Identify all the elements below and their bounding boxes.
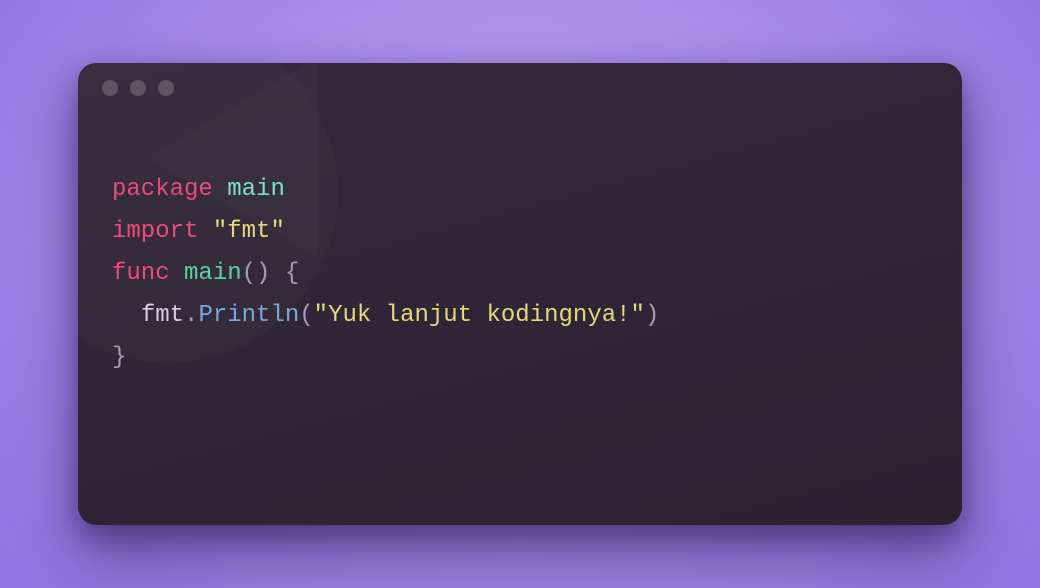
token-keyword: func — [112, 260, 170, 287]
token-method: Println — [198, 302, 299, 329]
traffic-light-close-icon[interactable] — [102, 80, 118, 96]
traffic-light-minimize-icon[interactable] — [130, 80, 146, 96]
code-line: import "fmt" — [112, 211, 928, 253]
token-brace: { — [285, 260, 299, 287]
token-dot: . — [184, 302, 198, 329]
code-window: package main import "fmt" func main() { … — [78, 63, 962, 525]
token-keyword: package — [112, 176, 213, 203]
token-brace: } — [112, 344, 126, 371]
token-paren: ( — [299, 302, 313, 329]
token-paren: ) — [645, 302, 659, 329]
token-identifier: main — [227, 176, 285, 203]
token-space — [270, 260, 284, 287]
code-line: } — [112, 337, 928, 379]
token-space — [198, 218, 212, 245]
token-parens: () — [242, 260, 271, 287]
traffic-light-maximize-icon[interactable] — [158, 80, 174, 96]
token-string: "Yuk lanjut kodingnya!" — [314, 302, 645, 329]
code-line: func main() { — [112, 253, 928, 295]
token-space — [213, 176, 227, 203]
token-space — [170, 260, 184, 287]
token-indent — [112, 302, 141, 329]
token-string: "fmt" — [213, 218, 285, 245]
code-line: fmt.Println("Yuk lanjut kodingnya!") — [112, 295, 928, 337]
code-line: package main — [112, 169, 928, 211]
token-object: fmt — [141, 302, 184, 329]
window-titlebar — [78, 63, 962, 113]
token-keyword: import — [112, 218, 198, 245]
code-block: package main import "fmt" func main() { … — [78, 113, 962, 379]
token-identifier: main — [184, 260, 242, 287]
